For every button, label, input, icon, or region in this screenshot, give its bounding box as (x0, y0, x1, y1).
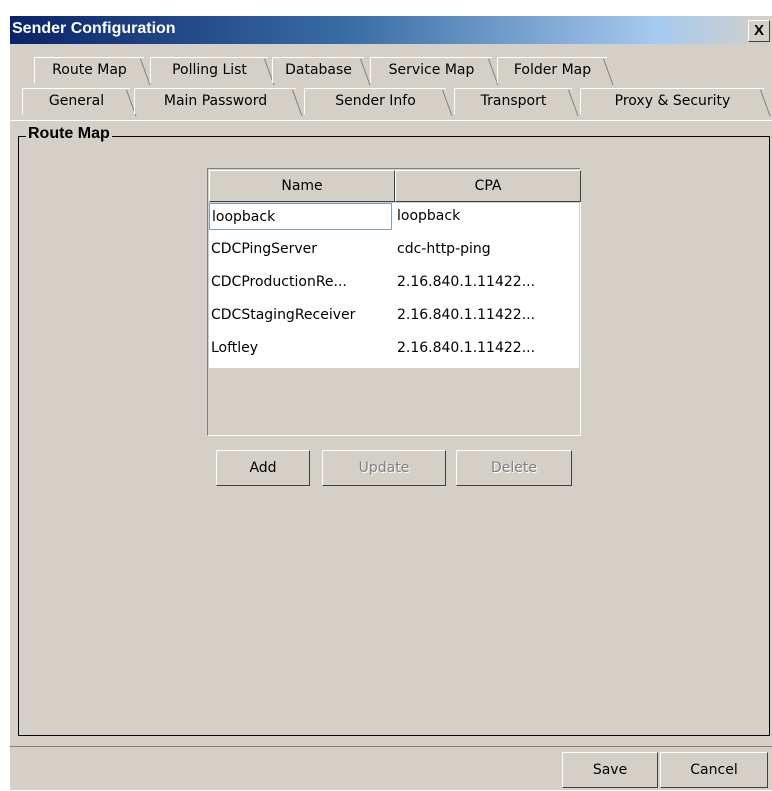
table-header: Name CPA (209, 170, 581, 202)
cell-name[interactable]: CDCStagingReceiver (209, 302, 395, 329)
table-row[interactable]: loopback loopback (209, 203, 579, 236)
cell-cpa[interactable]: 2.16.840.1.11422... (395, 269, 579, 296)
tab-general[interactable]: General (22, 88, 130, 114)
tab-label: Proxy & Security (614, 93, 731, 109)
tab-folder-map[interactable]: Folder Map (497, 57, 607, 83)
sender-configuration-window: Sender Configuration X Route Map Polling… (0, 0, 772, 790)
table-row[interactable]: CDCPingServer cdc-http-ping (209, 236, 579, 269)
save-button[interactable]: Save (562, 752, 658, 788)
desktop-background-left (0, 0, 10, 790)
cell-cpa[interactable]: 2.16.840.1.11422... (395, 302, 579, 329)
tab-polling-list[interactable]: Polling List (150, 57, 268, 83)
tab-service-map[interactable]: Service Map (370, 57, 492, 83)
tab-label: Database (285, 62, 352, 78)
column-header-name[interactable]: Name (209, 170, 395, 202)
cancel-button[interactable]: Cancel (660, 752, 768, 788)
route-map-table[interactable]: Name CPA loopback loopback CDCPingServer… (207, 168, 581, 436)
cell-name[interactable]: Loftley (209, 335, 395, 362)
tab-label: Folder Map (513, 62, 592, 78)
tab-label: Service Map (388, 62, 475, 78)
tab-route-map[interactable]: Route Map (34, 57, 144, 83)
tab-database[interactable]: Database (272, 57, 364, 83)
tab-main-password[interactable]: Main Password (134, 88, 296, 114)
table-row[interactable]: CDCProductionRe... 2.16.840.1.11422... (209, 269, 579, 302)
cell-name[interactable]: CDCPingServer (209, 236, 395, 263)
tab-proxy-security[interactable]: Proxy & Security (580, 88, 764, 114)
tab-label: Sender Info (335, 93, 416, 109)
close-button[interactable]: X (748, 20, 770, 42)
table-row[interactable]: Loftley 2.16.840.1.11422... (209, 335, 579, 368)
column-header-cpa[interactable]: CPA (395, 170, 581, 202)
tab-label: Transport (480, 93, 547, 109)
tab-label: Main Password (163, 93, 268, 109)
desktop-background-top (0, 0, 772, 16)
tab-label: Polling List (172, 62, 247, 78)
cell-name[interactable]: loopback (209, 203, 392, 230)
tab-sender-info[interactable]: Sender Info (304, 88, 446, 114)
tab-label: Route Map (52, 62, 127, 78)
cell-cpa[interactable]: cdc-http-ping (395, 236, 579, 263)
update-button[interactable]: Update (322, 450, 446, 486)
tab-transport[interactable]: Transport (454, 88, 572, 114)
cell-cpa[interactable]: 2.16.840.1.11422... (395, 335, 579, 362)
window-title: Sender Configuration (12, 20, 176, 37)
tab-label: General (48, 93, 105, 109)
table-body: loopback loopback CDCPingServer cdc-http… (209, 203, 579, 368)
table-row[interactable]: CDCStagingReceiver 2.16.840.1.11422... (209, 302, 579, 335)
delete-button[interactable]: Delete (456, 450, 572, 486)
cell-cpa[interactable]: loopback (395, 203, 579, 230)
add-button[interactable]: Add (216, 450, 310, 486)
title-bar[interactable]: Sender Configuration X (10, 16, 772, 44)
cell-name[interactable]: CDCProductionRe... (209, 269, 395, 296)
group-title: Route Map (26, 125, 112, 143)
